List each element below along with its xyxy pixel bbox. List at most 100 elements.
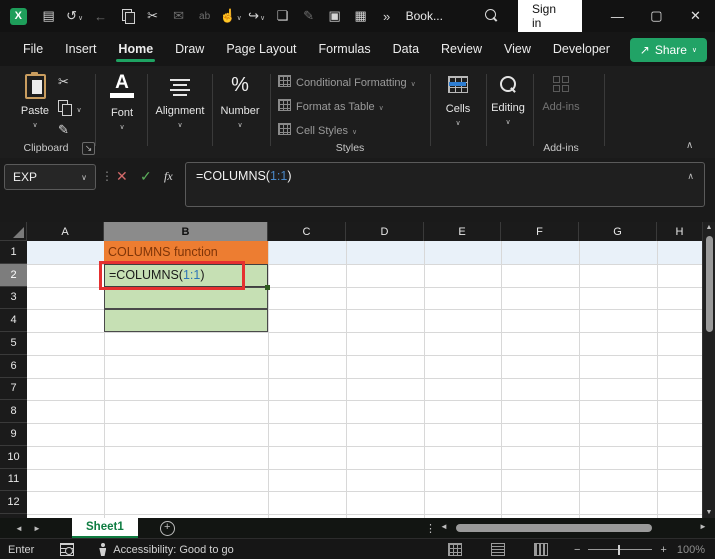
new-file-icon[interactable]: ❏ [270,8,296,24]
row-header-11[interactable]: 11 [0,468,27,492]
page-layout-view-button[interactable] [490,543,505,556]
vertical-scroll-thumb[interactable] [705,236,713,332]
column-header-D[interactable]: D [346,222,424,241]
alignment-group-button[interactable]: Alignment ∨ [150,76,210,129]
expand-formula-bar-icon[interactable]: ∧ [687,171,694,182]
clipboard-dialog-launcher-icon[interactable]: ↘ [82,142,95,155]
minimize-button[interactable]: — [598,9,637,24]
back-icon[interactable]: ← [88,9,114,24]
gridline [579,241,580,518]
normal-view-button[interactable] [447,543,462,556]
zoom-level[interactable]: 100% [677,544,705,556]
cells-group-button[interactable]: Cells ∨ [434,76,482,127]
cut-icon[interactable]: ✂ [140,8,166,24]
hscroll-left-icon[interactable]: ◄ [440,522,448,531]
insert-function-icon[interactable]: fx [164,169,173,184]
tab-file[interactable]: File [12,34,54,65]
row-header-2[interactable]: 2 [0,263,27,287]
copy-icon[interactable] [114,8,140,24]
zoom-slider[interactable] [588,545,653,554]
page-break-view-button[interactable] [533,543,548,556]
save-icon[interactable]: ▤ [36,8,62,24]
select-all-button[interactable] [0,222,27,241]
row-header-10[interactable]: 10 [0,445,27,469]
row-header-8[interactable]: 8 [0,400,27,423]
font-group-button[interactable]: A Font ∨ [99,73,145,131]
add-ins-button[interactable]: Add-ins [538,76,584,113]
zoom-in-button[interactable]: + [660,544,666,556]
column-header-C[interactable]: C [268,222,346,241]
macro-record-icon[interactable]: ▦ [348,8,374,24]
undo-icon[interactable]: ↺∨ [62,8,88,24]
scroll-up-icon[interactable]: ▲ [703,224,715,231]
tab-draw[interactable]: Draw [164,34,215,65]
row-header-5[interactable]: 5 [0,332,27,355]
copy-icon [58,100,72,116]
row-header-1[interactable]: 1 [0,241,27,264]
conditional-formatting-button[interactable]: Conditional Formatting ∨ [278,75,416,89]
tab-bar-options-icon[interactable]: ⋮ [425,522,436,535]
redo-icon[interactable]: ↪∨ [244,8,270,24]
column-header-A[interactable]: A [27,222,104,241]
cell-B4[interactable] [104,309,268,332]
sheet-prev-icon[interactable]: ◄ [10,524,28,533]
sheet-tab-active[interactable]: Sheet1 [72,518,138,538]
confirm-icon[interactable]: ✓ [140,168,152,185]
row-header-4[interactable]: 4 [0,309,27,332]
scroll-down-icon[interactable]: ▼ [703,509,715,516]
accessibility-status[interactable]: Accessibility: Good to go [113,544,233,556]
tab-insert[interactable]: Insert [54,34,107,65]
mail-icon[interactable]: ✉ [166,8,192,24]
cell-styles-button[interactable]: Cell Styles ∨ [278,123,357,137]
formula-bar-handle[interactable]: ⋮ [101,169,113,183]
cell-B3[interactable] [104,286,268,310]
add-sheet-button[interactable]: + [159,520,175,536]
formula-input[interactable]: =COLUMNS(1:1) ∧ [185,162,705,207]
row-header-9[interactable]: 9 [0,423,27,446]
cancel-icon[interactable]: ✕ [116,168,128,185]
format-painter-button[interactable]: ✎ [58,122,69,138]
share-button[interactable]: ↗ Share ∨ [629,38,707,62]
name-box[interactable]: EXP ∨ [4,164,96,190]
vertical-scrollbar[interactable]: ▲ ▼ [702,222,715,518]
fill-handle[interactable] [265,284,270,290]
close-button[interactable]: ✕ [676,8,715,24]
tab-developer[interactable]: Developer [542,34,621,65]
camera-icon[interactable]: ▣ [322,8,348,24]
maximize-button[interactable]: ▢ [637,8,676,24]
column-header-H[interactable]: H [657,222,703,241]
tab-data[interactable]: Data [382,34,430,65]
tab-view[interactable]: View [493,34,542,65]
row-header-12[interactable]: 12 [0,491,27,514]
horizontal-scrollbar[interactable] [452,524,694,532]
tab-formulas[interactable]: Formulas [308,34,382,65]
editing-group-button[interactable]: Editing ∨ [486,76,530,126]
row-header-3[interactable]: 3 [0,286,27,310]
horizontal-scroll-thumb[interactable] [456,524,652,532]
column-header-F[interactable]: F [501,222,579,241]
search-icon[interactable] [484,7,496,25]
copy-button[interactable]: ∨ [58,99,82,117]
format-as-table-button[interactable]: Format as Table ∨ [278,99,384,113]
cut-button[interactable]: ✂ [58,74,69,90]
zoom-out-button[interactable]: − [574,544,580,556]
touch-mode-icon[interactable]: ☝∨ [218,8,244,24]
column-header-G[interactable]: G [579,222,657,241]
tab-home[interactable]: Home [107,34,164,65]
tab-review[interactable]: Review [430,34,493,65]
tab-page-layout[interactable]: Page Layout [215,34,307,65]
row-header-7[interactable]: 7 [0,377,27,401]
hscroll-right-icon[interactable]: ► [699,522,707,531]
column-header-E[interactable]: E [424,222,501,241]
spelling-icon[interactable]: ab [192,11,218,22]
column-header-B[interactable]: B [104,222,268,241]
macro-record-icon[interactable] [60,543,75,556]
draw-icon[interactable]: ✎ [296,8,322,24]
more-commands-icon[interactable]: » [374,9,400,24]
number-group-button[interactable]: % Number ∨ [215,74,265,129]
sheet-next-icon[interactable]: ► [28,524,46,533]
row-header-6[interactable]: 6 [0,354,27,378]
paste-button[interactable]: Paste ∨ [18,72,52,129]
sign-in-button[interactable]: Sign in [517,0,582,35]
collapse-ribbon-icon[interactable]: ∧ [686,140,693,151]
